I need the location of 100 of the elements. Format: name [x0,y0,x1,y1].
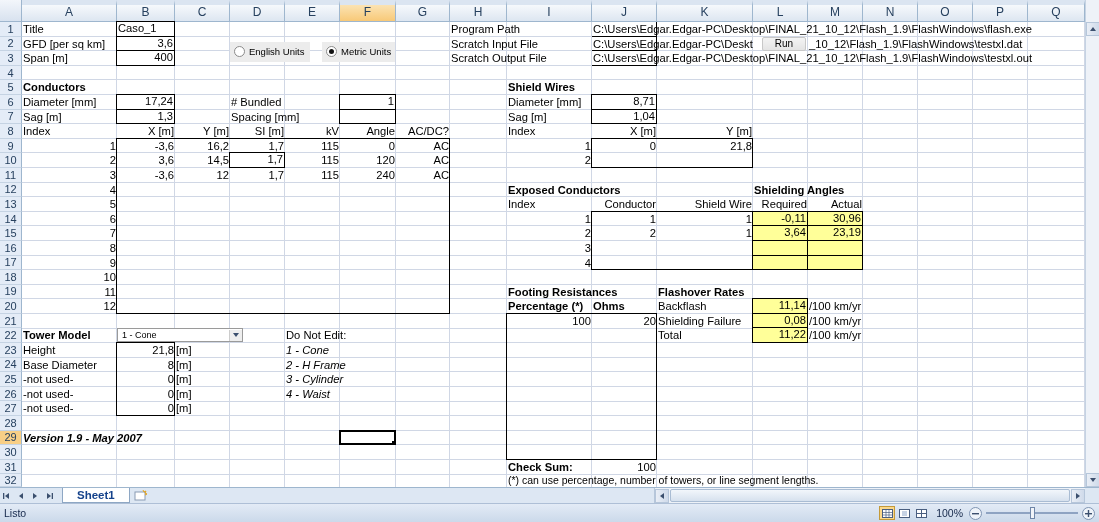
table-cell-text: Footing Resistances [507,284,619,300]
tower-model-dropdown[interactable]: 1 - Cone [117,328,243,343]
horizontal-scrollbar[interactable] [654,488,1085,504]
table-cell-text: Base Diameter [22,357,98,373]
row-header[interactable]: 22 [0,328,22,344]
row-header[interactable]: 28 [0,416,22,431]
view-button[interactable] [913,506,930,521]
table-cell-text: 1 - Cone [285,343,330,358]
table-cell-text: Total [657,328,683,344]
empty-input-cell[interactable] [339,108,396,125]
scroll-thumb[interactable] [670,489,1070,503]
table-cell-text: [m] [175,372,193,387]
table-cell-text: Tower Model [22,328,92,344]
row-header[interactable]: 23 [0,343,22,358]
table-cell-text: _10_12\Flash_1.9\FlashWindows\testxl.dat [808,36,1024,52]
scroll-up-button[interactable] [1086,22,1099,36]
column-header[interactable]: F [340,0,396,22]
radio-button[interactable] [234,46,245,58]
row-header[interactable]: 20 [0,299,22,314]
row-header[interactable]: 10 [0,153,22,168]
table-cell-text: 3 [108,167,117,183]
table-cell-text: 0 [387,138,396,154]
column-header[interactable]: P [973,0,1028,22]
table-cell-text: -not used- [22,372,75,387]
zoom-out-button[interactable] [969,506,982,520]
row-header[interactable]: 32 [0,474,22,488]
table-cell-text: 100 [571,313,592,329]
table-cell-text: /100 km/yr [808,328,863,344]
table-cell: 11,22 [752,327,808,344]
column-header[interactable]: H [450,0,507,22]
column-header[interactable]: I [507,0,592,22]
row-header[interactable]: 27 [0,401,22,417]
table-cell-text: Shielding Angles [753,182,846,198]
row-header[interactable]: 15 [0,226,22,241]
column-header[interactable]: N [863,0,918,22]
column-header[interactable]: O [918,0,973,22]
table-cell-text: 0 [648,138,657,154]
row-header[interactable]: 5 [0,80,22,95]
table-cell-text: 21,8 [729,138,753,154]
zoom-percentage: 100% [936,507,963,520]
column-header[interactable]: A [22,0,117,22]
table-cell-text: Check Sum: [507,459,574,475]
scroll-right-button[interactable] [1071,488,1085,503]
table-cell-text: 2 [108,153,117,168]
scroll-down-button[interactable] [1086,473,1099,488]
column-header[interactable]: L [753,0,808,22]
row-header[interactable]: 1 [0,22,22,37]
table-cell-text: 1 [744,226,753,241]
last-icon [45,491,53,500]
row-header[interactable]: 30 [0,445,22,460]
sheet-tab[interactable]: Sheet1 [62,488,130,504]
table-cell: 3,6 [116,35,175,52]
column-header[interactable]: M [808,0,863,22]
zoom-in-button[interactable] [1082,506,1095,520]
view-button[interactable] [896,506,913,521]
row-header[interactable]: 18 [0,270,22,285]
table-cell-text: 2 [583,153,592,168]
table-cell-text: 11 [103,284,117,300]
table-cell-text: 120 [375,153,396,168]
column-header[interactable]: Q [1028,0,1085,22]
table-cell-text: kV [324,124,340,139]
table-cell-text: 1 [648,211,657,227]
column-header[interactable]: B [117,0,175,22]
vertical-scrollbar[interactable] [1085,0,1099,488]
row-header[interactable]: 8 [0,124,22,139]
grid-view-icon [881,508,893,518]
table-cell-text: Backflash [657,299,708,314]
view-button[interactable] [879,506,896,521]
units-radio[interactable]: English Units [230,41,310,62]
scroll-left-button[interactable] [655,488,669,503]
column-header[interactable]: K [657,0,753,22]
table-cell-text: Flashover Rates [657,284,746,300]
table-cell-text: Sag [m] [507,109,548,125]
column-header[interactable]: E [285,0,340,22]
table-cell: 400 [116,50,175,66]
table-cell-text: Scratch Output File [450,51,548,66]
table-cell: 17,24 [116,93,175,110]
table-cell: 1,7 [229,152,285,168]
radio-button[interactable] [326,46,337,58]
table-cell-text: Program Path [450,22,522,37]
table-cell-text: Spacing [mm] [230,109,301,125]
scroll-up-icon [1089,25,1097,33]
units-radio[interactable]: Metric Units [322,41,395,62]
table-cell-text: 2 [648,226,657,241]
table-cell-text: Diameter [mm] [507,94,583,110]
table-cell-text: -not used- [22,386,75,402]
column-header[interactable]: C [175,0,230,22]
table-cell-text: 4 - Waist [285,386,331,402]
table-cell-text: 4 [583,255,592,271]
page-layout-icon [898,508,910,518]
table-cell-text: Shielding Failure [657,313,743,329]
column-header[interactable]: D [230,0,285,22]
table-cell-text: Conductor [603,197,657,212]
row-header[interactable]: 3 [0,51,22,66]
table-cell-text: 8 [166,357,175,373]
table-cell-text: 20 [642,313,657,329]
column-header[interactable]: G [396,0,450,22]
row-header[interactable]: 25 [0,372,22,387]
column-header[interactable]: J [592,0,657,22]
row-header[interactable]: 13 [0,197,22,212]
